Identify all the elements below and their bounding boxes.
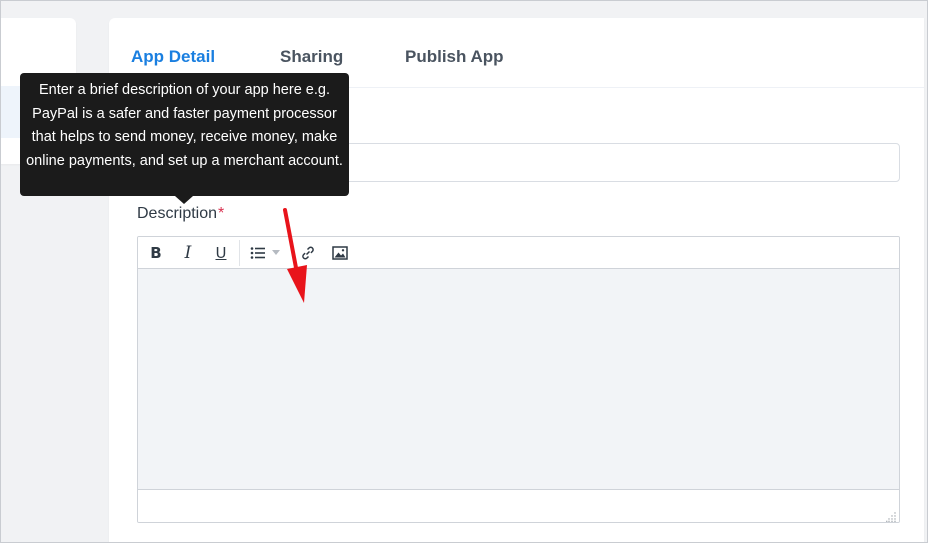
editor-status-bar xyxy=(138,490,899,522)
description-tooltip: Enter a brief description of your app he… xyxy=(20,73,349,196)
required-marker: * xyxy=(218,205,225,222)
tab-sharing[interactable]: Sharing xyxy=(280,47,343,67)
italic-icon[interactable]: I xyxy=(177,243,199,263)
annotation-arrow-icon xyxy=(283,208,307,303)
toolbar-divider xyxy=(239,240,240,266)
tab-publish-app[interactable]: Publish App xyxy=(405,47,504,67)
tooltip-pointer xyxy=(175,196,193,204)
resize-handle-icon[interactable] xyxy=(886,509,896,522)
image-icon[interactable] xyxy=(329,243,351,263)
bullet-list-icon[interactable] xyxy=(247,243,269,263)
description-label: Description* xyxy=(137,205,224,223)
bold-icon[interactable]: B xyxy=(145,243,167,263)
description-editor: B I U xyxy=(137,236,900,523)
editor-toolbar: B I U xyxy=(138,237,899,269)
description-label-text: Description xyxy=(137,205,218,222)
tab-app-detail[interactable]: App Detail xyxy=(131,47,215,67)
description-text-area[interactable] xyxy=(138,269,899,490)
underline-icon[interactable]: U xyxy=(210,243,232,263)
